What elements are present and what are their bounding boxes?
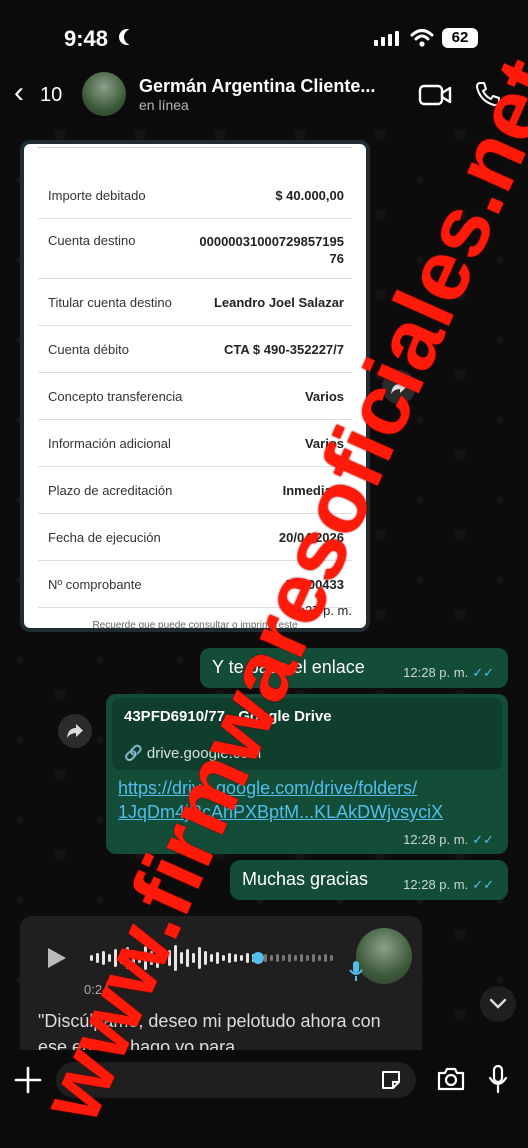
contact-name[interactable]: Germán Argentina Cliente...: [139, 76, 375, 97]
wifi-icon: [410, 29, 434, 47]
back-arrow-icon[interactable]: ‹: [14, 78, 24, 108]
microphone-icon[interactable]: [488, 1064, 508, 1094]
forward-icon: [67, 724, 83, 738]
message-meta: 12:28 p. m. ✓✓: [403, 877, 494, 893]
receipt-value: $ 40.000,00: [275, 188, 344, 203]
receipt-label: Concepto transferencia: [48, 389, 183, 404]
receipt-row: Importe debitado $ 40.000,00: [38, 173, 352, 219]
read-receipt-icon: ✓✓: [472, 665, 494, 680]
microphone-icon: [349, 961, 363, 981]
receipt-row: Concepto transferencia Varios: [38, 373, 352, 420]
receipt-label: Nº comprobante: [48, 577, 142, 592]
sticker-icon[interactable]: [380, 1069, 402, 1091]
read-receipt-icon: ✓✓: [472, 832, 494, 847]
moon-icon: [124, 29, 140, 45]
status-bar: 9:48 62: [0, 0, 528, 70]
scroll-down-button[interactable]: [480, 986, 516, 1022]
message-time: 12:28 p. m.: [403, 832, 469, 847]
receipt-label: Fecha de ejecución: [48, 530, 161, 545]
receipt-row: [38, 144, 352, 148]
unread-count[interactable]: 10: [40, 84, 62, 107]
sender-avatar: [356, 928, 412, 984]
camera-icon[interactable]: [436, 1066, 466, 1092]
receipt-row: Titular cuenta destino Leandro Joel Salaz…: [38, 279, 352, 326]
read-receipt-icon: ✓✓: [472, 877, 494, 892]
receipt-row: Cuenta destino 0000003100072985719576: [38, 219, 352, 279]
playback-position-handle: [252, 952, 264, 964]
receipt-row: Cuenta débito CTA $ 490-352227/7: [38, 326, 352, 373]
status-time: 9:48: [64, 26, 109, 51]
receipt-label: Información adicional: [48, 436, 171, 451]
message-text: Muchas gracias: [242, 869, 369, 889]
receipt-label: Cuenta débito: [48, 342, 129, 357]
receipt-value: Leandro Joel Salazar: [213, 295, 344, 310]
message-time: 12:28 p. m.: [403, 665, 469, 680]
chevron-down-icon: [489, 998, 507, 1009]
play-icon[interactable]: [46, 946, 68, 970]
contact-status: en línea: [139, 97, 189, 113]
message-time: 12:28 p. m.: [403, 877, 469, 892]
receipt-label: Cuenta destino: [48, 233, 136, 248]
video-call-icon[interactable]: [418, 82, 452, 108]
forward-button[interactable]: [58, 714, 92, 748]
receipt-value: CTA $ 490-352227/7: [224, 342, 344, 357]
message-meta: 12:28 p. m. ✓✓: [403, 665, 494, 681]
signal-icon: [374, 31, 399, 46]
chat-header: ‹ 10 Germán Argentina Cliente... en líne…: [0, 70, 528, 122]
link-icon: 🔗: [124, 745, 143, 762]
message-meta: 12:28 p. m. ✓✓: [403, 832, 494, 848]
outgoing-message[interactable]: Muchas gracias 12:28 p. m. ✓✓: [230, 860, 508, 900]
receipt-value: Varios: [304, 389, 344, 404]
receipt-value: 0000003100072985719576: [199, 234, 344, 266]
battery-indicator: 62: [442, 28, 478, 48]
receipt-label: Plazo de acreditación: [48, 483, 173, 498]
contact-avatar[interactable]: [82, 72, 126, 116]
receipt-label: Importe debitado: [48, 188, 146, 203]
